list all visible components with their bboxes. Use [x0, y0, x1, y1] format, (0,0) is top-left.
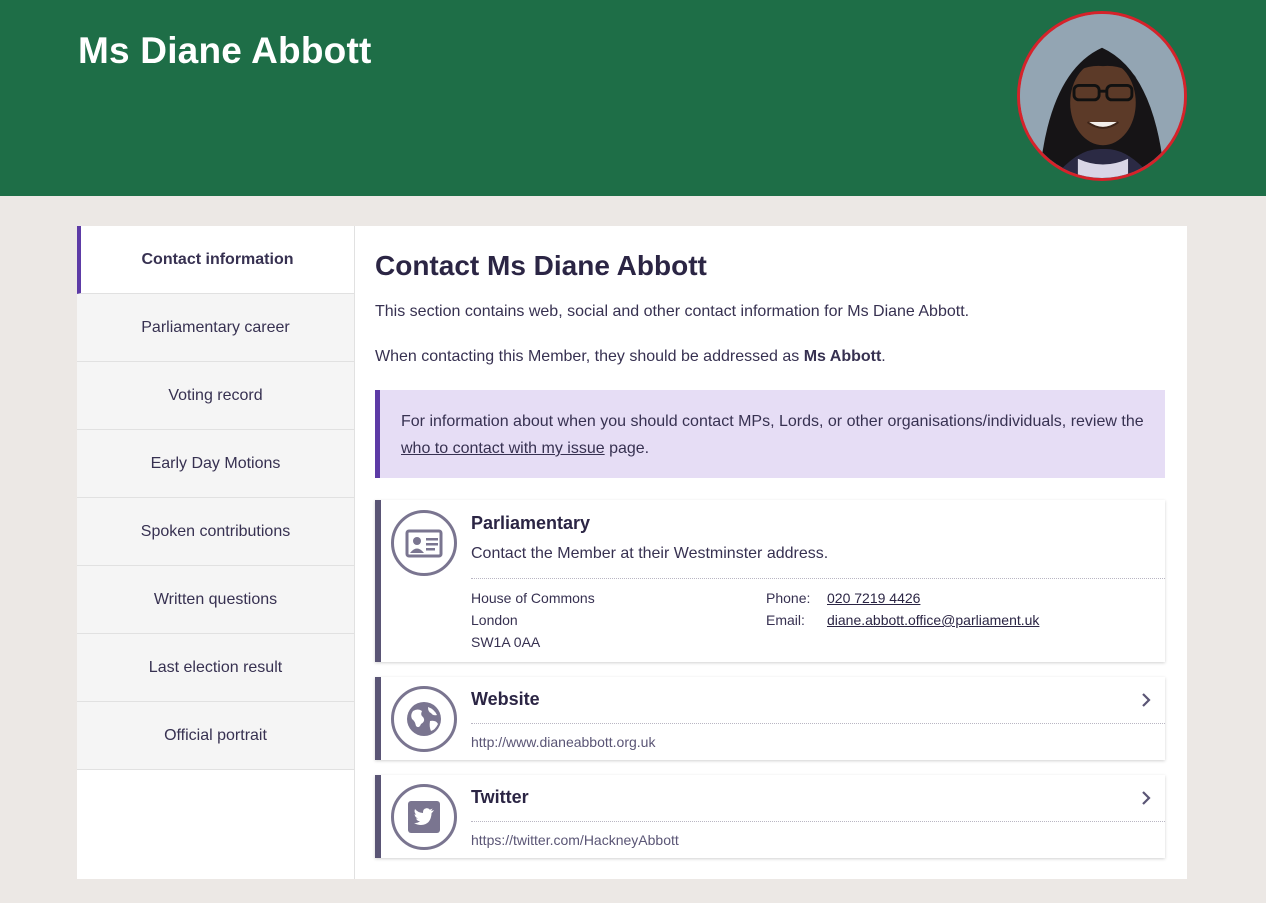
id-card-icon: [391, 510, 457, 576]
sidebar-item-spoken-contributions[interactable]: Spoken contributions: [77, 498, 354, 566]
info-notice: For information about when you should co…: [375, 390, 1165, 478]
sidebar-nav: Contact information Parliamentary career…: [77, 226, 355, 879]
divider: [471, 723, 1165, 724]
who-to-contact-link[interactable]: who to contact with my issue: [401, 440, 605, 457]
address-line: SW1A 0AA: [471, 634, 541, 650]
twitter-icon: [391, 784, 457, 850]
member-portrait: [1017, 11, 1187, 181]
parliamentary-description: Contact the Member at their Westminster …: [471, 545, 829, 562]
addressed-prefix: When contacting this Member, they should…: [375, 348, 804, 365]
addressed-name: Ms Abbott: [803, 348, 882, 365]
phone-row: Phone: 020 7219 4426: [766, 587, 1039, 609]
page-header: Ms Diane Abbott: [0, 0, 1266, 196]
divider: [471, 578, 1165, 579]
address-line: London: [471, 612, 518, 628]
twitter-url[interactable]: https://twitter.com/HackneyAbbott: [471, 832, 679, 848]
addressed-suffix: .: [881, 348, 886, 365]
website-card[interactable]: Website http://www.dianeabbott.org.uk: [375, 677, 1165, 760]
main-content: Contact Ms Diane Abbott This section con…: [375, 226, 1167, 858]
sidebar-item-early-day-motions[interactable]: Early Day Motions: [77, 430, 354, 498]
portrait-image: [1020, 14, 1184, 178]
website-title: Website: [471, 689, 540, 709]
sidebar-item-contact-information[interactable]: Contact information: [77, 226, 354, 294]
chevron-right-icon: [1142, 791, 1151, 805]
email-row: Email: diane.abbott.office@parliament.uk: [766, 609, 1039, 631]
divider: [471, 821, 1165, 822]
notice-suffix: page.: [604, 440, 650, 457]
address-line: House of Commons: [471, 590, 595, 606]
email-label: Email:: [766, 612, 805, 628]
page-title: Contact Ms Diane Abbott: [375, 250, 707, 281]
notice-prefix: For information about when you should co…: [401, 413, 1144, 430]
sidebar-item-parliamentary-career[interactable]: Parliamentary career: [77, 294, 354, 362]
sidebar-item-written-questions[interactable]: Written questions: [77, 566, 354, 634]
phone-link[interactable]: 020 7219 4426: [827, 587, 920, 609]
member-name: Ms Diane Abbott: [78, 30, 372, 71]
parliamentary-card: Parliamentary Contact the Member at thei…: [375, 500, 1165, 662]
addressed-as-text: When contacting this Member, they should…: [375, 346, 1167, 368]
content-panel: Contact information Parliamentary career…: [77, 226, 1187, 879]
website-url[interactable]: http://www.dianeabbott.org.uk: [471, 734, 655, 750]
intro-text: This section contains web, social and ot…: [375, 303, 970, 320]
sidebar-item-last-election-result[interactable]: Last election result: [77, 634, 354, 702]
globe-icon: [391, 686, 457, 752]
westminster-address: House of Commons London SW1A 0AA: [471, 587, 595, 653]
phone-label: Phone:: [766, 590, 811, 606]
twitter-card[interactable]: Twitter https://twitter.com/HackneyAbbot…: [375, 775, 1165, 858]
chevron-right-icon: [1142, 693, 1151, 707]
parliamentary-title: Parliamentary: [471, 513, 591, 533]
email-link[interactable]: diane.abbott.office@parliament.uk: [827, 609, 1039, 631]
sidebar-item-official-portrait[interactable]: Official portrait: [77, 702, 354, 770]
twitter-title: Twitter: [471, 787, 529, 807]
contact-details: Phone: 020 7219 4426 Email: diane.abbott…: [766, 587, 1039, 631]
sidebar-item-voting-record[interactable]: Voting record: [77, 362, 354, 430]
